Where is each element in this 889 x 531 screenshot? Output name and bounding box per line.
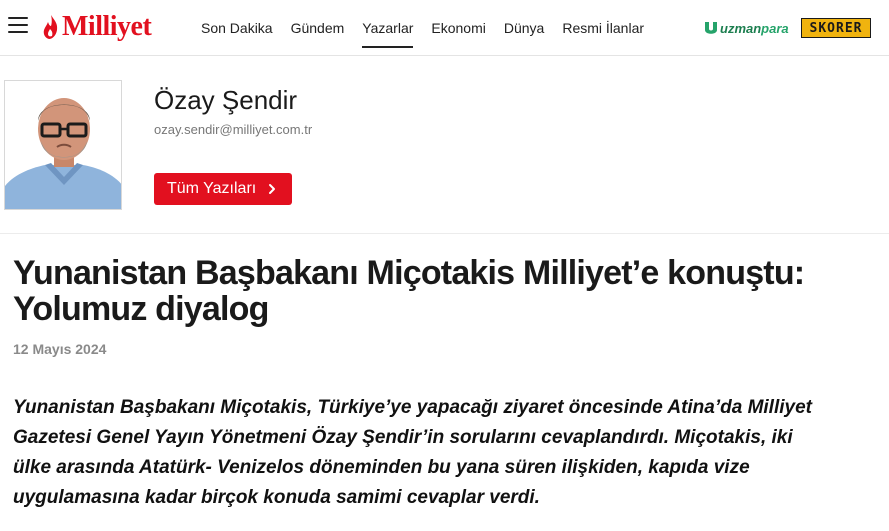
all-posts-button[interactable]: Tüm Yazıları bbox=[154, 173, 292, 205]
uzmanpara-text-b: para bbox=[761, 20, 789, 36]
uzmanpara-text-a: uzman bbox=[720, 20, 762, 36]
skorer-link[interactable]: SKORER bbox=[801, 18, 871, 38]
nav-item-ekonomi[interactable]: Ekonomi bbox=[431, 0, 485, 56]
all-posts-label: Tüm Yazıları bbox=[167, 180, 257, 197]
uzmanpara-icon bbox=[705, 22, 717, 34]
flame-icon bbox=[43, 15, 58, 39]
nav-item-gundem[interactable]: Gündem bbox=[291, 0, 345, 56]
nav-item-son-dakika[interactable]: Son Dakika bbox=[201, 0, 273, 56]
author-name[interactable]: Özay Şendir bbox=[154, 85, 297, 116]
chevron-right-icon bbox=[269, 184, 275, 194]
skorer-text: SKORER bbox=[809, 20, 863, 36]
uzmanpara-link[interactable]: uzmanpara bbox=[704, 17, 789, 39]
author-avatar[interactable] bbox=[4, 80, 122, 210]
article-date: 12 Mayıs 2024 bbox=[13, 341, 107, 357]
logo-text: Milliyet bbox=[62, 11, 152, 42]
milliyet-logo[interactable]: Milliyet bbox=[42, 10, 152, 44]
nav-item-yazarlar[interactable]: Yazarlar bbox=[362, 0, 414, 56]
nav-item-resmi-ilanlar[interactable]: Resmi İlanlar bbox=[562, 0, 644, 56]
nav-item-dunya[interactable]: Dünya bbox=[504, 0, 544, 56]
author-photo bbox=[5, 81, 121, 209]
menu-icon[interactable] bbox=[8, 17, 28, 33]
author-section: Özay Şendir ozay.sendir@milliyet.com.tr … bbox=[0, 57, 889, 234]
site-header: Milliyet Son Dakika Gündem Yazarlar Ekon… bbox=[0, 0, 889, 56]
author-email[interactable]: ozay.sendir@milliyet.com.tr bbox=[154, 122, 312, 137]
main-nav: Son Dakika Gündem Yazarlar Ekonomi Dünya… bbox=[192, 0, 653, 56]
article-title: Yunanistan Başbakanı Miçotakis Milliyet’… bbox=[13, 254, 805, 328]
article-lead: Yunanistan Başbakanı Miçotakis, Türkiye’… bbox=[13, 397, 812, 508]
